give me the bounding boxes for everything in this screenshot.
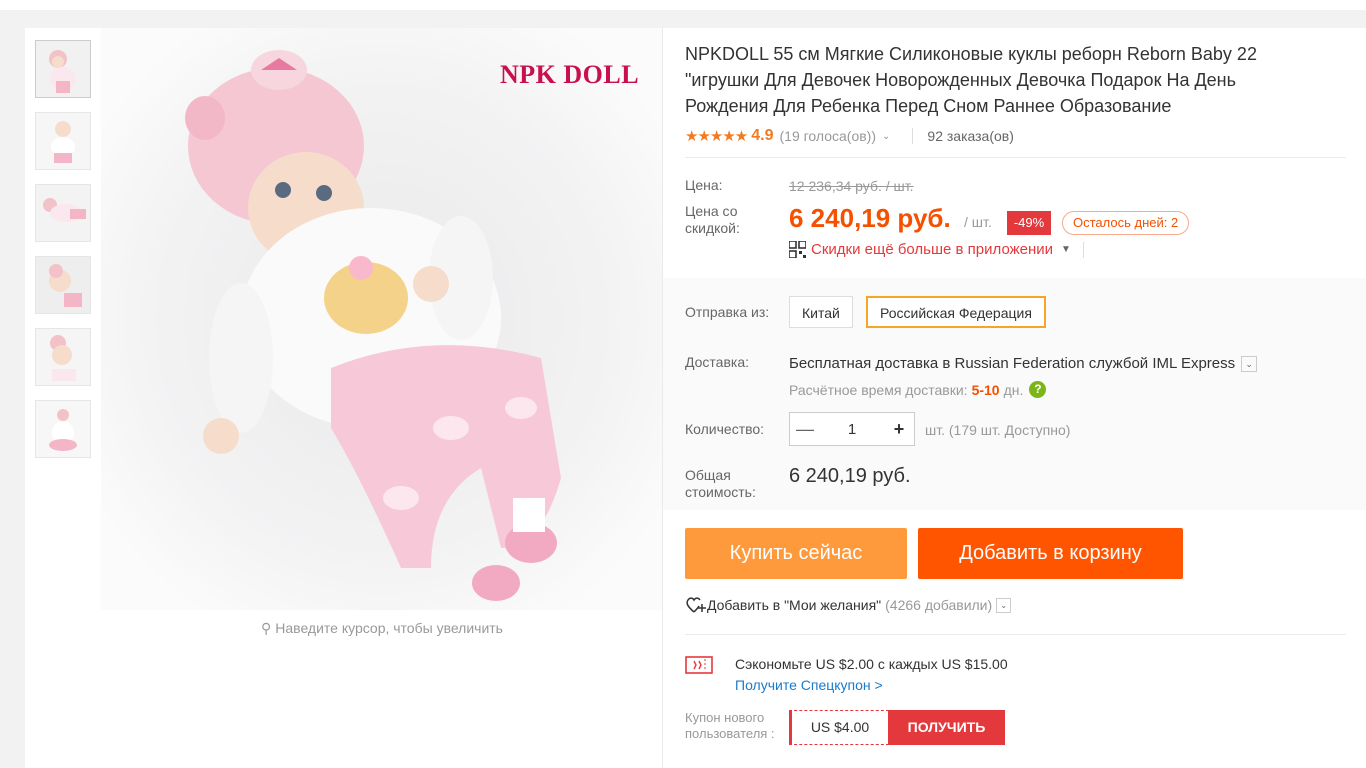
heart-plus-icon [686, 597, 706, 613]
old-price: 12 236,34 руб. / шт. [789, 178, 914, 194]
current-price: 6 240,19 руб. [789, 203, 951, 233]
orders-count: 92 заказа(ов) [927, 128, 1014, 144]
coupon-icon [685, 656, 713, 674]
ship-from-russia[interactable]: Российская Федерация [866, 296, 1046, 328]
caret-down-icon: ▼ [1061, 244, 1071, 255]
per-unit: / шт. [964, 214, 992, 230]
eta-unit: дн. [1003, 381, 1024, 398]
delivery-label: Доставка: [685, 354, 750, 370]
brand-logo: NPK DOLL [500, 60, 640, 89]
zoom-hint: ⚲ Наведите курсор, чтобы увеличить [101, 620, 663, 637]
divider [1082, 241, 1084, 258]
app-discount-text: Скидки ещё больше в приложении [811, 241, 1054, 258]
delivery-text: Бесплатная доставка в Russian Federation… [789, 355, 1236, 372]
quantity-input[interactable]: 1 [820, 421, 884, 438]
coupon-value: US $4.00 [789, 710, 889, 745]
thumbnail-list [35, 40, 93, 472]
wishlist-link[interactable]: Добавить в "Мои желания" (4266 добавили)… [685, 596, 1012, 614]
add-to-cart-button[interactable]: Добавить в корзину [918, 528, 1183, 579]
thumbnail[interactable] [35, 256, 91, 314]
eta-label: Расчётное время доставки: [789, 381, 968, 398]
rating-value: 4.9 [751, 127, 774, 144]
votes-link[interactable]: (19 голоса(ов)) [780, 128, 877, 144]
wishlist-count: (4266 добавили) [885, 597, 993, 613]
thumbnail[interactable] [35, 400, 91, 458]
plus-icon[interactable]: + [884, 419, 914, 440]
stock-available: шт. (179 шт. Доступно) [925, 422, 1071, 438]
chevron-down-icon[interactable]: ⌄ [1241, 356, 1258, 373]
minus-icon[interactable]: — [790, 419, 820, 440]
chevron-down-icon[interactable]: ⌄ [882, 131, 890, 142]
get-special-coupon-link[interactable]: Получите Спецкупон > [735, 677, 883, 693]
eta-days: 5-10 [971, 381, 1000, 398]
thumbnail[interactable] [35, 328, 91, 386]
delivery-info: Бесплатная доставка в Russian Federation… [789, 355, 1258, 373]
days-left-badge: Осталось дней: 2 [1062, 211, 1190, 235]
chevron-down-icon[interactable]: ⌄ [996, 597, 1012, 613]
doll-illustration [101, 28, 663, 610]
buy-now-button[interactable]: Купить сейчас [685, 528, 907, 579]
rating-row: ★★★★★ 4.9 (19 голоса(ов)) ⌄ 92 заказа(ов… [685, 126, 1014, 146]
total-price: 6 240,19 руб. [789, 465, 911, 487]
divider [685, 634, 1346, 635]
wishlist-text: Добавить в "Мои желания" [707, 597, 882, 613]
star-rating-icon: ★★★★★ [685, 128, 748, 145]
price-label: Цена: [685, 177, 723, 193]
total-label: Общая стоимость: [685, 467, 756, 500]
delivery-eta: Расчётное время доставки: 5-10 дн. ? [789, 381, 1047, 398]
divider [685, 157, 1346, 158]
divider [912, 128, 914, 144]
savings-text: Сэкономьте US $2.00 с каждых US $15.00 [735, 656, 1008, 672]
help-icon[interactable]: ? [1029, 381, 1047, 398]
zoom-hint-text: Наведите курсор, чтобы увеличить [275, 620, 503, 636]
new-user-coupon-label: Купон нового пользователя : [685, 710, 775, 741]
thumbnail[interactable] [35, 112, 91, 170]
thumbnail[interactable] [35, 40, 91, 98]
get-coupon-button[interactable]: ПОЛУЧИТЬ [888, 710, 1005, 745]
ship-from-label: Отправка из: [685, 304, 770, 320]
discount-badge: -49% [1007, 211, 1051, 235]
quantity-label: Количество: [685, 421, 765, 437]
search-icon: ⚲ [261, 620, 272, 636]
top-strip [0, 0, 1366, 10]
main-product-image[interactable] [101, 28, 663, 610]
qr-code-icon [789, 241, 806, 258]
product-title: NPKDOLL 55 см Мягкие Силиконовые куклы р… [685, 44, 1257, 116]
app-discount-link[interactable]: Скидки ещё больше в приложении ▼ [789, 241, 1084, 258]
quantity-stepper: — 1 + [789, 412, 915, 446]
thumbnail[interactable] [35, 184, 91, 242]
ship-from-china[interactable]: Китай [789, 296, 853, 328]
discount-price-label: Цена со скидкой: [685, 203, 740, 236]
